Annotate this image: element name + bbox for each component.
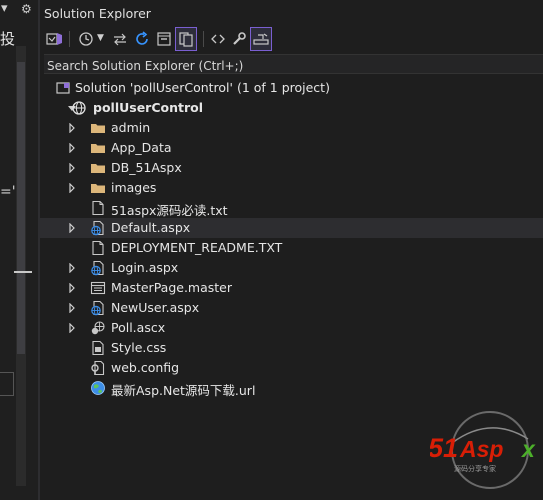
solution-explorer-toolbar: ▼ bbox=[40, 26, 543, 52]
preview-selected-items-button[interactable] bbox=[250, 27, 272, 51]
panel-title: Solution Explorer bbox=[44, 6, 151, 21]
editor-text-fragment: 投 bbox=[0, 30, 16, 48]
aspx-page-icon bbox=[90, 220, 106, 236]
gear-icon[interactable]: ⚙ bbox=[21, 2, 32, 16]
view-code-button[interactable] bbox=[208, 27, 228, 51]
tree-item-style-css[interactable]: Style.css bbox=[40, 338, 543, 358]
solution-icon bbox=[55, 80, 71, 96]
tree-item-masterpage-master[interactable]: MasterPage.master bbox=[40, 278, 543, 298]
collapsed-chevron-icon[interactable] bbox=[67, 218, 77, 238]
tree-item-solution-pollusercontrol-1-of-1-project[interactable]: Solution 'pollUserControl' (1 of 1 proje… bbox=[40, 78, 543, 98]
vs-switch-views-icon bbox=[46, 33, 62, 45]
search-solution-explorer[interactable] bbox=[44, 54, 543, 75]
tree-item-label: App_Data bbox=[111, 140, 172, 155]
svg-text:Asp: Asp bbox=[459, 436, 503, 462]
tree-item-web-config[interactable]: web.config bbox=[40, 358, 543, 378]
svg-text:x: x bbox=[520, 436, 536, 462]
text-file-icon bbox=[90, 240, 106, 256]
folder-icon bbox=[90, 160, 106, 176]
css-file-icon bbox=[90, 340, 106, 356]
collapsed-chevron-icon[interactable] bbox=[67, 298, 77, 318]
master-page-icon bbox=[90, 280, 106, 296]
tree-item-label: DEPLOYMENT_README.TXT bbox=[111, 240, 283, 255]
panel-title-bar[interactable]: Solution Explorer bbox=[40, 0, 543, 26]
tree-item-label: Style.css bbox=[111, 340, 167, 355]
tree-item-asp-net-url[interactable]: 最新Asp.Net源码下载.url bbox=[40, 378, 543, 398]
tree-item-label: admin bbox=[111, 120, 151, 135]
tree-item-label: images bbox=[111, 180, 157, 195]
refresh-button[interactable] bbox=[132, 27, 152, 51]
tree-item-db-51aspx[interactable]: DB_51Aspx bbox=[40, 158, 543, 178]
history-icon bbox=[79, 32, 93, 46]
show-all-files-button[interactable] bbox=[175, 27, 197, 51]
collapsed-chevron-icon[interactable] bbox=[67, 138, 77, 158]
properties-wrench-icon bbox=[233, 32, 246, 45]
editor-box-fragment bbox=[0, 372, 14, 396]
aspx-page-icon bbox=[90, 300, 106, 316]
collapsed-chevron-icon[interactable] bbox=[67, 178, 77, 198]
tree-item-label: MasterPage.master bbox=[111, 280, 233, 295]
tree-item-images[interactable]: images bbox=[40, 178, 543, 198]
collapse-all-button[interactable] bbox=[154, 27, 174, 51]
search-input[interactable] bbox=[44, 57, 543, 75]
tree-item-poll-ascx[interactable]: Poll.ascx bbox=[40, 318, 543, 338]
collapse-all-icon bbox=[157, 32, 171, 46]
solution-explorer-panel: Solution Explorer ▼ Search Solution Expl… bbox=[40, 0, 543, 500]
tree-item-default-aspx[interactable]: Default.aspx bbox=[40, 218, 543, 238]
51aspx-watermark-logo: 51 Asp x 源码分享专家 bbox=[430, 411, 536, 489]
svg-text:51: 51 bbox=[430, 433, 458, 463]
folder-icon bbox=[90, 140, 106, 156]
tree-item-label: 51aspx源码必读.txt bbox=[111, 203, 228, 218]
editor-text-fragment-eq: =' bbox=[0, 184, 16, 200]
tree-item-label: Default.aspx bbox=[111, 220, 191, 235]
tree-item-label: 最新Asp.Net源码下载.url bbox=[111, 383, 256, 398]
tree-item-label: DB_51Aspx bbox=[111, 160, 182, 175]
tree-item-label: Poll.ascx bbox=[111, 320, 166, 335]
dropdown-glyph-icon[interactable]: ▾ bbox=[1, 1, 8, 16]
tree-item-pollusercontrol[interactable]: pollUserControl bbox=[40, 98, 543, 118]
tree-item-51aspx-txt[interactable]: 51aspx源码必读.txt bbox=[40, 198, 543, 218]
tree-item-app-data[interactable]: App_Data bbox=[40, 138, 543, 158]
refresh-icon bbox=[136, 31, 148, 45]
folder-icon bbox=[90, 180, 106, 196]
chevron-down-icon[interactable]: ▼ bbox=[97, 33, 104, 43]
tree-item-label: pollUserControl bbox=[93, 100, 204, 115]
internet-shortcut-icon bbox=[90, 380, 106, 396]
editor-scroll-thumb[interactable] bbox=[17, 62, 25, 354]
sync-arrows-icon bbox=[114, 33, 126, 46]
aspx-page-icon bbox=[90, 260, 106, 276]
config-file-icon bbox=[90, 360, 106, 376]
pending-changes-filter-button[interactable] bbox=[76, 27, 96, 51]
collapsed-chevron-icon[interactable] bbox=[67, 118, 77, 138]
editor-caret-line bbox=[14, 271, 32, 273]
sync-with-active-document-button[interactable] bbox=[110, 27, 130, 51]
toolbar-separator bbox=[203, 31, 204, 47]
properties-button[interactable] bbox=[229, 27, 249, 51]
adjacent-panel-strip: ▾ ⚙ 投 =' bbox=[0, 0, 40, 500]
folder-icon bbox=[90, 120, 106, 136]
collapsed-chevron-icon[interactable] bbox=[67, 318, 77, 338]
toolbar-separator bbox=[69, 31, 70, 47]
show-all-files-icon bbox=[179, 32, 193, 47]
collapsed-chevron-icon[interactable] bbox=[67, 278, 77, 298]
tree-item-login-aspx[interactable]: Login.aspx bbox=[40, 258, 543, 278]
tree-item-newuser-aspx[interactable]: NewUser.aspx bbox=[40, 298, 543, 318]
tree-item-label: web.config bbox=[111, 360, 180, 375]
website-globe-icon bbox=[71, 100, 87, 116]
tree-item-label: Solution 'pollUserControl' (1 of 1 proje… bbox=[75, 80, 330, 95]
user-control-icon bbox=[90, 320, 106, 336]
tree-item-label: NewUser.aspx bbox=[111, 300, 200, 315]
tree-item-deployment-readme-txt[interactable]: DEPLOYMENT_README.TXT bbox=[40, 238, 543, 258]
code-view-icon bbox=[211, 34, 225, 44]
tree-item-label: Login.aspx bbox=[111, 260, 179, 275]
collapsed-chevron-icon[interactable] bbox=[67, 258, 77, 278]
tree-item-admin[interactable]: admin bbox=[40, 118, 543, 138]
text-file-icon bbox=[90, 200, 106, 216]
svg-text:源码分享专家: 源码分享专家 bbox=[454, 464, 496, 473]
collapsed-chevron-icon[interactable] bbox=[67, 158, 77, 178]
vs-switch-views-button[interactable] bbox=[44, 27, 66, 51]
preview-selected-icon bbox=[253, 33, 269, 45]
